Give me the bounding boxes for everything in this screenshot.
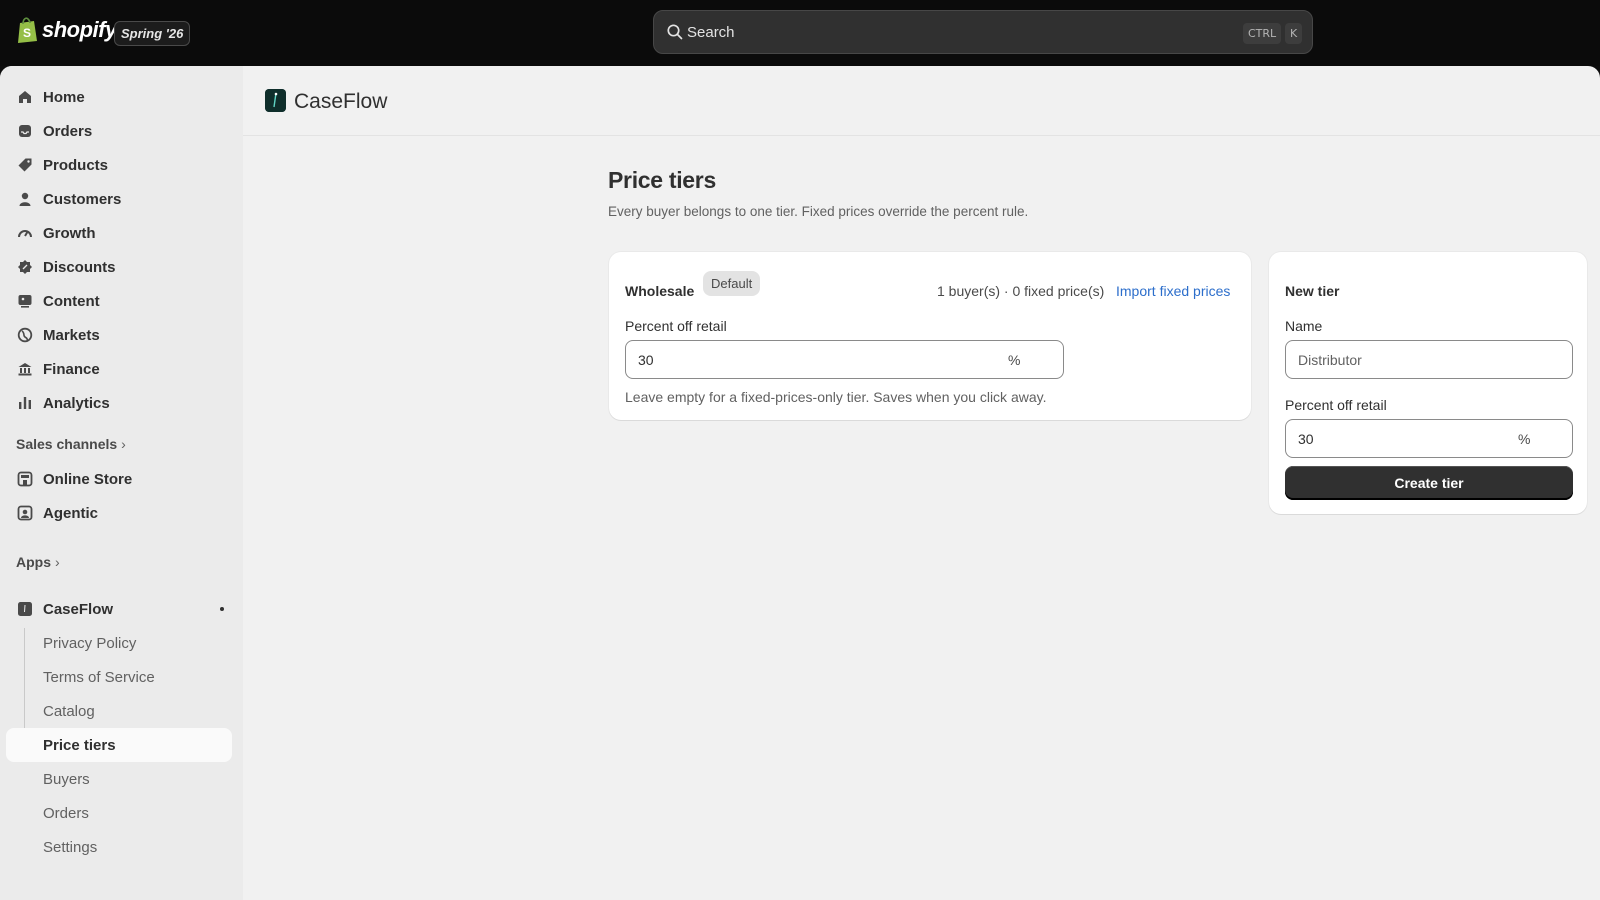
search-placeholder: Search [687,24,735,41]
home-icon [19,91,31,103]
page-subtitle: Every buyer belongs to one tier. Fixed p… [608,204,1029,219]
tier-meta: 1 buyer(s) · 0 fixed price(s) [937,283,1105,299]
chevron-right-icon: › [121,436,126,452]
sidebar-subitem-settings[interactable]: Settings [6,830,232,864]
sidebar-item-label: Buyers [43,771,90,788]
pin-dot-icon [220,607,224,611]
apps-label: Apps [16,554,51,570]
sidebar-item-finance[interactable]: Finance [6,352,232,386]
sidebar-item-label: Discounts [43,259,116,276]
sidebar-item-label: Orders [43,123,93,140]
shopify-logo[interactable]: S shopify [16,16,117,44]
sales-channels-heading[interactable]: Sales channels › [16,436,126,452]
percent-off-value: 30 [638,352,654,368]
sidebar-item-label: Finance [43,361,100,378]
new-tier-title: New tier [1285,283,1340,299]
sidebar-item-agentic[interactable]: Agentic [6,496,232,530]
store-icon [17,471,33,487]
sidebar-item-caseflow[interactable]: CaseFlow [6,592,232,626]
default-badge: Default [703,271,761,296]
new-percent-off-label: Percent off retail [1285,397,1387,413]
sidebar-item-home[interactable]: Home [6,80,232,114]
tier-name: Wholesale [625,283,695,299]
sidebar-item-label: Home [43,89,85,106]
sidebar-item-discounts[interactable]: Discounts [6,250,232,284]
sidebar-subitem-catalog[interactable]: Catalog [6,694,232,728]
tag-icon [18,158,32,172]
caseflow-app-icon [18,602,32,616]
tier-card-wholesale: Wholesale Default 1 buyer(s) · 0 fixed p… [609,252,1251,420]
top-bar: S shopify Spring '26 Search CTRL K [0,0,1600,66]
gauge-icon [18,230,32,238]
shopify-bag-icon: S [18,17,37,43]
sidebar-item-label: Privacy Policy [43,635,137,652]
sidebar-item-label: CaseFlow [43,601,114,618]
import-fixed-prices-link[interactable]: Import fixed prices [1116,283,1230,299]
sidebar-subitem-price-tiers[interactable]: Price tiers [6,728,232,762]
sidebar-item-customers[interactable]: Customers [6,182,232,216]
new-percent-suffix: % [1518,431,1531,447]
sidebar-item-content[interactable]: Content [6,284,232,318]
percent-off-input[interactable]: 30 % [625,340,1064,379]
sidebar-item-label: Online Store [43,471,133,488]
sidebar-item-label: Content [43,293,100,310]
sidebar-subitem-buyers[interactable]: Buyers [6,762,232,796]
search-icon [667,24,683,40]
percent-off-label: Percent off retail [625,318,727,334]
edition-badge[interactable]: Spring '26 [114,21,191,46]
sales-channels-label: Sales channels [16,436,118,452]
person-icon [19,192,31,206]
sidebar-item-label: Settings [43,839,98,856]
svg-text:S: S [23,26,31,40]
brand-wordmark: shopify [42,17,117,42]
sidebar-item-orders[interactable]: Orders [6,114,232,148]
create-tier-button[interactable]: Create tier [1285,466,1573,500]
sidebar: Home Orders Products Customers Growth Di… [0,66,243,900]
globe-icon [17,327,33,343]
percent-suffix: % [1008,352,1021,368]
agentic-icon [17,505,33,521]
app-header: CaseFlow [243,66,1600,136]
tier-name-input[interactable]: Distributor [1285,340,1573,379]
discount-icon [18,260,32,274]
sidebar-item-growth[interactable]: Growth [6,216,232,250]
sidebar-item-label: Price tiers [43,737,116,754]
sidebar-item-markets[interactable]: Markets [6,318,232,352]
chevron-right-icon: › [55,554,60,570]
inbox-icon [19,125,31,137]
percent-help-text: Leave empty for a fixed-prices-only tier… [625,389,1047,405]
sidebar-item-label: Orders [43,805,89,822]
sidebar-subitem-orders[interactable]: Orders [6,796,232,830]
app-title: CaseFlow [294,90,388,113]
new-percent-off-value: 30 [1298,431,1314,447]
bank-icon [18,363,32,376]
sidebar-subitem-privacy-policy[interactable]: Privacy Policy [6,626,232,660]
search-bar[interactable]: Search CTRL K [653,10,1313,54]
sidebar-item-label: Analytics [43,395,110,412]
sidebar-item-label: Customers [43,191,122,208]
page-title: Price tiers [608,167,716,193]
sidebar-item-label: Products [43,157,109,174]
sidebar-item-label: Markets [43,327,100,344]
sidebar-item-products[interactable]: Products [6,148,232,182]
tier-name-placeholder: Distributor [1298,352,1362,368]
sidebar-item-online-store[interactable]: Online Store [6,462,232,496]
new-tier-card: New tier Name Distributor Percent off re… [1269,252,1587,514]
shortcut-ctrl-key: CTRL [1243,23,1282,44]
sidebar-item-label: Terms of Service [43,669,155,686]
caseflow-logo-icon [265,89,286,112]
sidebar-item-analytics[interactable]: Analytics [6,386,232,420]
sidebar-item-label: Catalog [43,703,95,720]
content-icon [18,295,32,308]
sidebar-item-label: Agentic [43,505,99,522]
new-percent-off-input[interactable]: 30 % [1285,419,1573,458]
sidebar-subitem-terms-of-service[interactable]: Terms of Service [6,660,232,694]
shortcut-k-key: K [1285,23,1303,44]
main-content: CaseFlow Price tiers Every buyer belongs… [243,66,1600,900]
app-shell: Home Orders Products Customers Growth Di… [0,66,1600,900]
bar-chart-icon [19,397,31,409]
apps-heading[interactable]: Apps › [16,554,60,570]
sidebar-item-label: Growth [43,225,96,242]
name-label: Name [1285,318,1323,334]
